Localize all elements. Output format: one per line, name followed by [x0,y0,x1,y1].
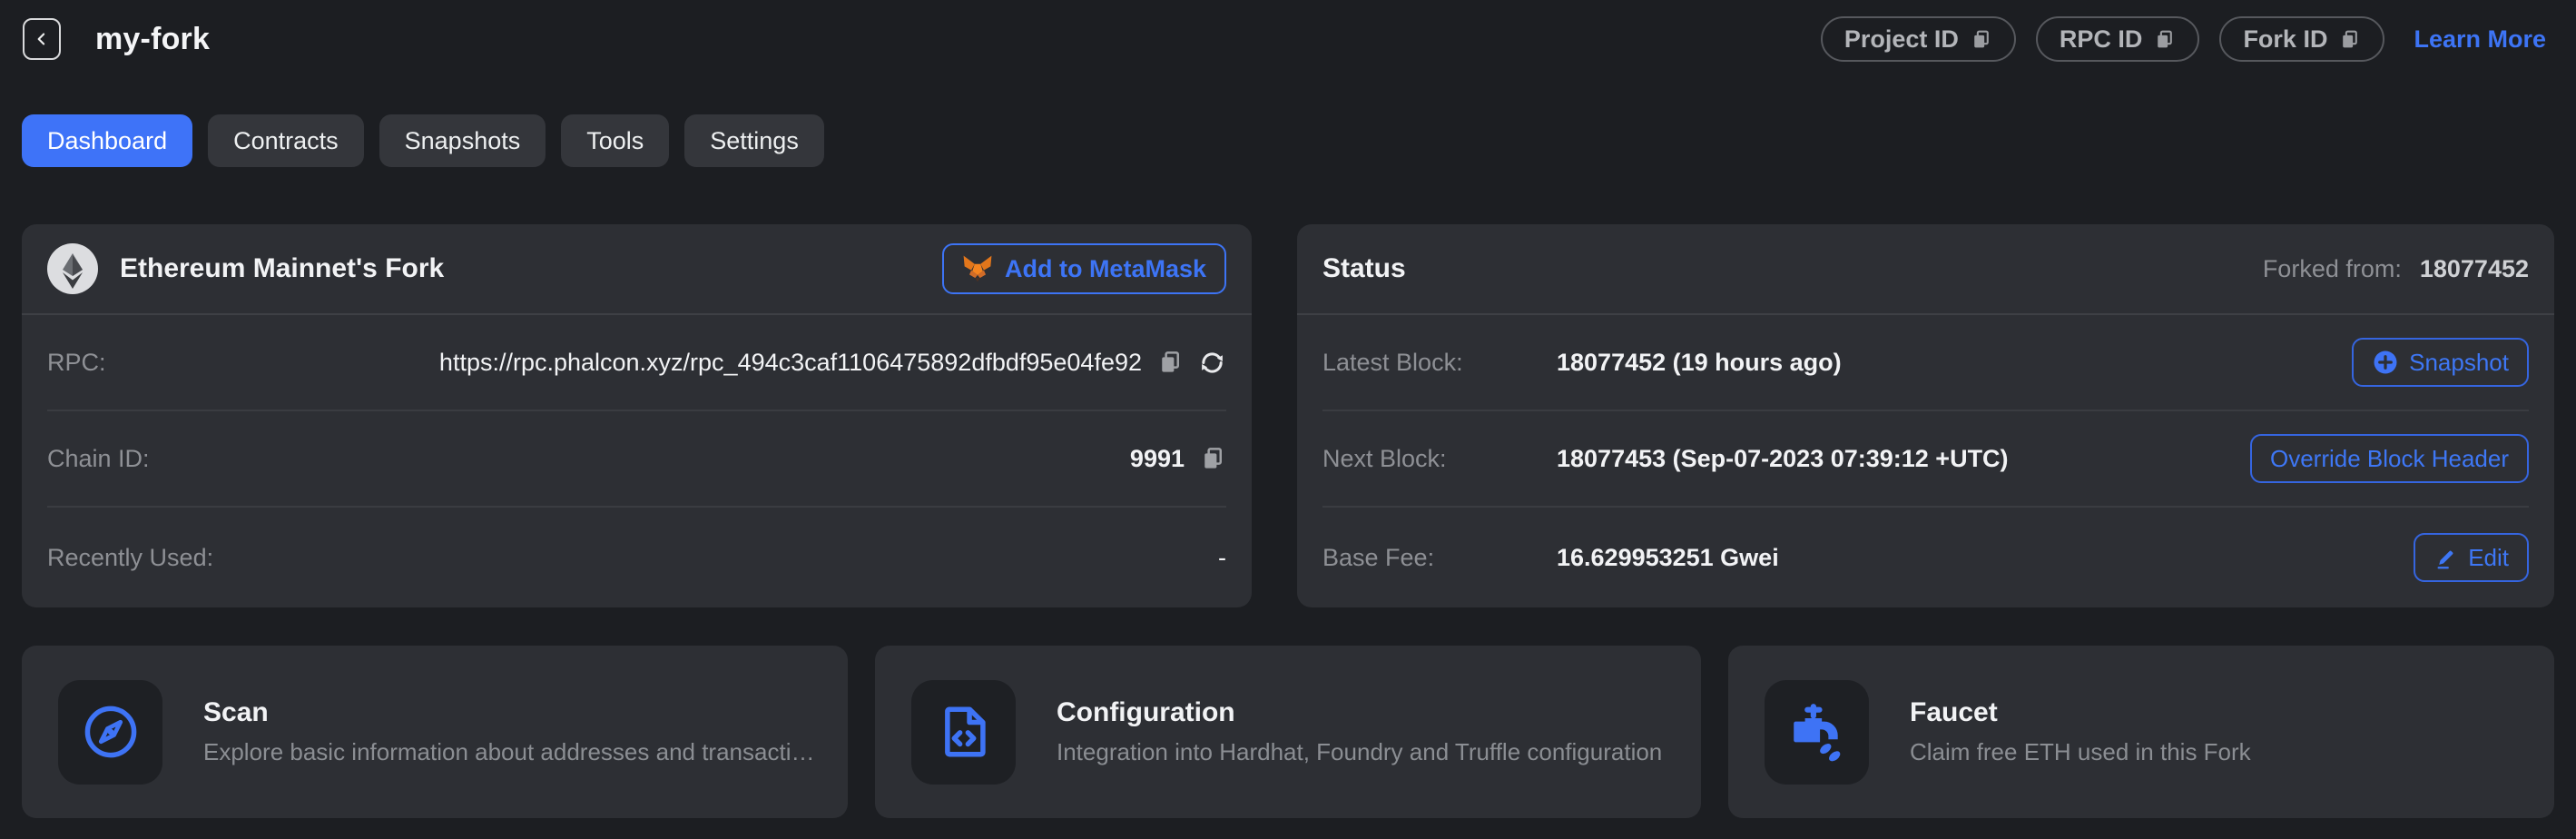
faucet-icon [1765,680,1869,785]
tab-settings[interactable]: Settings [684,114,824,167]
fork-info-card: Ethereum Mainnet's Fork Add to MetaMask [22,224,1252,607]
latest-block-label: Latest Block: [1322,349,1557,377]
base-fee-label: Base Fee: [1322,544,1557,572]
recently-used-row: Recently Used: - [22,508,1252,607]
latest-block-value: 18077452 (19 hours ago) [1557,349,1842,377]
ethereum-icon [47,243,98,294]
tool-cards-row: Scan Explore basic information about add… [22,646,2554,818]
plus-circle-icon [2372,349,2399,376]
faucet-card[interactable]: Faucet Claim free ETH used in this Fork [1728,646,2554,818]
override-block-header-button[interactable]: Override Block Header [2250,434,2529,483]
tab-snapshots[interactable]: Snapshots [379,114,546,167]
topbar: my-fork Project ID RPC ID Fork ID Learn … [0,0,2576,64]
copy-rpc-button[interactable] [1156,349,1184,376]
override-block-header-label: Override Block Header [2270,445,2509,473]
snapshot-button-label: Snapshot [2409,349,2509,377]
edit-button-label: Edit [2468,544,2509,572]
chain-id-label: Chain ID: [47,445,150,473]
configuration-title: Configuration [1057,697,1670,728]
copy-icon [1970,28,1992,51]
rpc-id-label: RPC ID [2060,25,2143,54]
forked-from-label: Forked from: [2263,255,2402,283]
tab-dashboard[interactable]: Dashboard [22,114,192,167]
rpc-id-button[interactable]: RPC ID [2036,16,2200,62]
base-fee-value: 16.629953251 Gwei [1557,544,1779,572]
fork-id-label: Fork ID [2243,25,2327,54]
pencil-icon [2433,546,2458,570]
rpc-row: RPC: https://rpc.phalcon.xyz/rpc_494c3ca… [22,315,1252,410]
status-card: Status Forked from: 18077452 Latest Bloc… [1297,224,2554,607]
fork-card-header: Ethereum Mainnet's Fork Add to MetaMask [22,224,1252,315]
scan-description: Explore basic information about addresse… [203,738,817,766]
code-file-icon [911,680,1016,785]
tab-bar: Dashboard Contracts Snapshots Tools Sett… [22,114,2576,167]
rpc-url-value: https://rpc.phalcon.xyz/rpc_494c3caf1106… [439,349,1142,377]
configuration-card[interactable]: Configuration Integration into Hardhat, … [875,646,1701,818]
latest-block-row: Latest Block: 18077452 (19 hours ago) Sn… [1297,315,2554,410]
next-block-label: Next Block: [1322,445,1557,473]
metamask-fox-icon [962,254,993,283]
project-id-button[interactable]: Project ID [1821,16,2016,62]
faucet-title: Faucet [1910,697,2523,728]
project-id-label: Project ID [1844,25,1959,54]
tab-tools[interactable]: Tools [561,114,669,167]
recently-used-value: - [1218,544,1226,572]
back-button[interactable] [23,18,61,60]
copy-chain-id-button[interactable] [1199,445,1226,472]
topbar-actions: Project ID RPC ID Fork ID Learn More [1821,16,2546,62]
copy-icon [2338,28,2361,51]
refresh-rpc-button[interactable] [1198,349,1226,377]
main-content: Ethereum Mainnet's Fork Add to MetaMask [22,224,2554,818]
edit-base-fee-button[interactable]: Edit [2414,533,2529,582]
chain-id-row: Chain ID: 9991 [22,411,1252,506]
chevron-left-icon [33,29,51,49]
copy-icon [2153,28,2176,51]
compass-icon [58,680,162,785]
next-block-value: 18077453 (Sep-07-2023 07:39:12 +UTC) [1557,445,2009,473]
learn-more-link[interactable]: Learn More [2414,25,2546,54]
next-block-row: Next Block: 18077453 (Sep-07-2023 07:39:… [1297,411,2554,506]
fork-card-title: Ethereum Mainnet's Fork [120,253,444,284]
base-fee-row: Base Fee: 16.629953251 Gwei Edit [1297,508,2554,607]
configuration-description: Integration into Hardhat, Foundry and Tr… [1057,738,1670,766]
faucet-description: Claim free ETH used in this Fork [1910,738,2523,766]
tab-contracts[interactable]: Contracts [208,114,364,167]
add-to-metamask-label: Add to MetaMask [1005,255,1206,283]
snapshot-button[interactable]: Snapshot [2352,338,2529,387]
rpc-label: RPC: [47,349,106,377]
forked-from-value: 18077452 [2420,255,2529,283]
page-title: my-fork [95,22,210,57]
fork-id-button[interactable]: Fork ID [2219,16,2384,62]
scan-card[interactable]: Scan Explore basic information about add… [22,646,848,818]
recently-used-label: Recently Used: [47,544,213,572]
scan-title: Scan [203,697,817,728]
status-card-header: Status Forked from: 18077452 [1297,224,2554,315]
forked-from: Forked from: 18077452 [2263,255,2529,283]
status-card-title: Status [1322,253,1406,284]
add-to-metamask-button[interactable]: Add to MetaMask [942,243,1226,294]
chain-id-value: 9991 [1130,445,1185,473]
